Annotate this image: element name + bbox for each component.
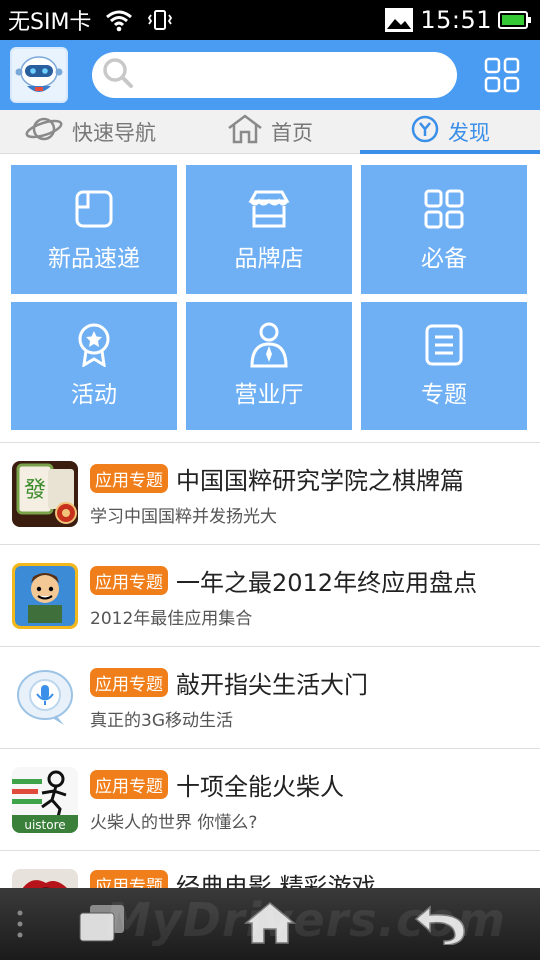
service-hall-icon <box>247 322 291 368</box>
tile-label: 营业厅 <box>234 382 304 408</box>
item-title: 一年之最2012年终应用盘点 <box>176 568 478 597</box>
app-header <box>0 40 540 110</box>
tile-brand-store[interactable]: 品牌店 <box>186 165 352 294</box>
jetpack-icon <box>12 562 78 629</box>
svg-text:發: 發 <box>24 478 46 503</box>
wifi-icon <box>105 8 133 32</box>
tile-new-products[interactable]: 新品速递 <box>11 165 177 294</box>
tab-quick-nav[interactable]: 快速导航 <box>0 110 180 153</box>
topic-badge: 应用专题 <box>90 565 168 595</box>
back-icon[interactable] <box>410 898 470 948</box>
discover-icon <box>410 114 440 149</box>
essentials-icon <box>422 187 466 231</box>
uistore-label: uistore <box>24 818 65 832</box>
tile-label: 活动 <box>71 382 117 408</box>
picture-notification-icon <box>384 7 414 33</box>
tile-label: 专题 <box>421 382 467 408</box>
mahjong-icon: 發 <box>12 460 78 527</box>
menu-dots-icon[interactable] <box>10 908 30 940</box>
topic-badge: 应用专题 <box>90 463 168 493</box>
home-button-icon[interactable] <box>240 896 300 950</box>
tab-label: 发现 <box>448 120 490 145</box>
bottom-nav-bar <box>0 888 540 960</box>
new-product-icon <box>72 187 116 231</box>
search-bar[interactable] <box>92 52 457 98</box>
tab-label: 首页 <box>271 120 313 145</box>
recent-apps-icon[interactable] <box>74 900 130 948</box>
tile-service-hall[interactable]: 营业厅 <box>186 302 352 430</box>
voice-icon <box>12 664 78 731</box>
stickman-icon: uistore <box>12 766 78 833</box>
item-title: 十项全能火柴人 <box>176 772 344 801</box>
item-subtitle: 真正的3G移动生活 <box>90 710 233 731</box>
vibrate-icon <box>147 8 173 32</box>
tile-activities[interactable]: 活动 <box>11 302 177 430</box>
status-bar: 无SIM卡 15:51 <box>0 0 540 40</box>
award-icon <box>72 323 116 367</box>
tab-label: 快速导航 <box>72 120 156 145</box>
item-title: 敲开指尖生活大门 <box>176 670 368 699</box>
topic-badge: 应用专题 <box>90 667 168 697</box>
tab-discover[interactable]: 发现 <box>360 110 540 154</box>
home-icon <box>227 114 263 149</box>
tab-home[interactable]: 首页 <box>180 110 360 153</box>
item-subtitle: 学习中国国粹并发扬光大 <box>90 506 277 527</box>
clock: 15:51 <box>420 6 492 34</box>
carrier-label: 无SIM卡 <box>8 10 92 35</box>
topic-badge: 应用专题 <box>90 769 168 799</box>
item-subtitle: 火柴人的世界 你懂么? <box>90 812 258 833</box>
search-input[interactable] <box>142 63 442 87</box>
robot-avatar-icon[interactable] <box>10 47 68 103</box>
item-subtitle: 2012年最佳应用集合 <box>90 608 253 629</box>
search-icon <box>102 57 134 93</box>
list-item[interactable]: 应用专题 一年之最2012年终应用盘点 2012年最佳应用集合 <box>0 544 540 646</box>
store-icon <box>247 187 291 231</box>
list-item[interactable]: uistore 应用专题 十项全能火柴人 火柴人的世界 你懂么? <box>0 748 540 850</box>
tile-essentials[interactable]: 必备 <box>361 165 527 294</box>
tab-bar: 快速导航 首页 发现 <box>0 110 540 154</box>
topic-list: 發 应用专题 中国国粹研究学院之棋牌篇 学习中国国粹并发扬光大 应用专题 一年之… <box>0 442 540 952</box>
list-item[interactable]: 应用专题 敲开指尖生活大门 真正的3G移动生活 <box>0 646 540 748</box>
topic-icon <box>422 323 466 367</box>
item-title: 中国国粹研究学院之棋牌篇 <box>176 466 464 495</box>
tile-label: 品牌店 <box>234 245 304 272</box>
tile-label: 必备 <box>421 245 467 272</box>
tile-label: 新品速递 <box>48 245 140 272</box>
planet-icon <box>24 114 64 149</box>
tile-topics[interactable]: 专题 <box>361 302 527 430</box>
battery-icon <box>498 10 532 30</box>
grid-icon[interactable] <box>482 55 522 95</box>
list-item[interactable]: 發 应用专题 中国国粹研究学院之棋牌篇 学习中国国粹并发扬光大 <box>0 442 540 544</box>
